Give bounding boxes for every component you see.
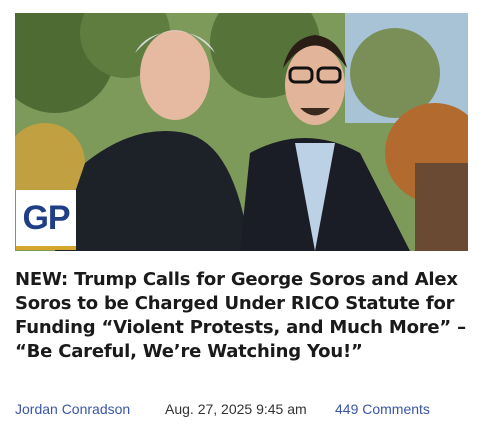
- article-meta: Jordan Conradson Aug. 27, 2025 9:45 am 4…: [15, 399, 475, 419]
- site-logo-text: GP: [22, 199, 70, 237]
- photo-illustration: [15, 13, 468, 251]
- article-image[interactable]: [15, 13, 468, 251]
- comments-link[interactable]: 449 Comments: [335, 399, 430, 419]
- publish-date: Aug. 27, 2025 9:45 am: [165, 401, 307, 417]
- site-logo-badge: GP: [16, 190, 76, 250]
- article-headline[interactable]: NEW: Trump Calls for George Soros and Al…: [15, 268, 470, 364]
- author-link[interactable]: Jordan Conradson: [15, 399, 130, 419]
- article-card: GP NEW: Trump Calls for George Soros and…: [0, 0, 483, 428]
